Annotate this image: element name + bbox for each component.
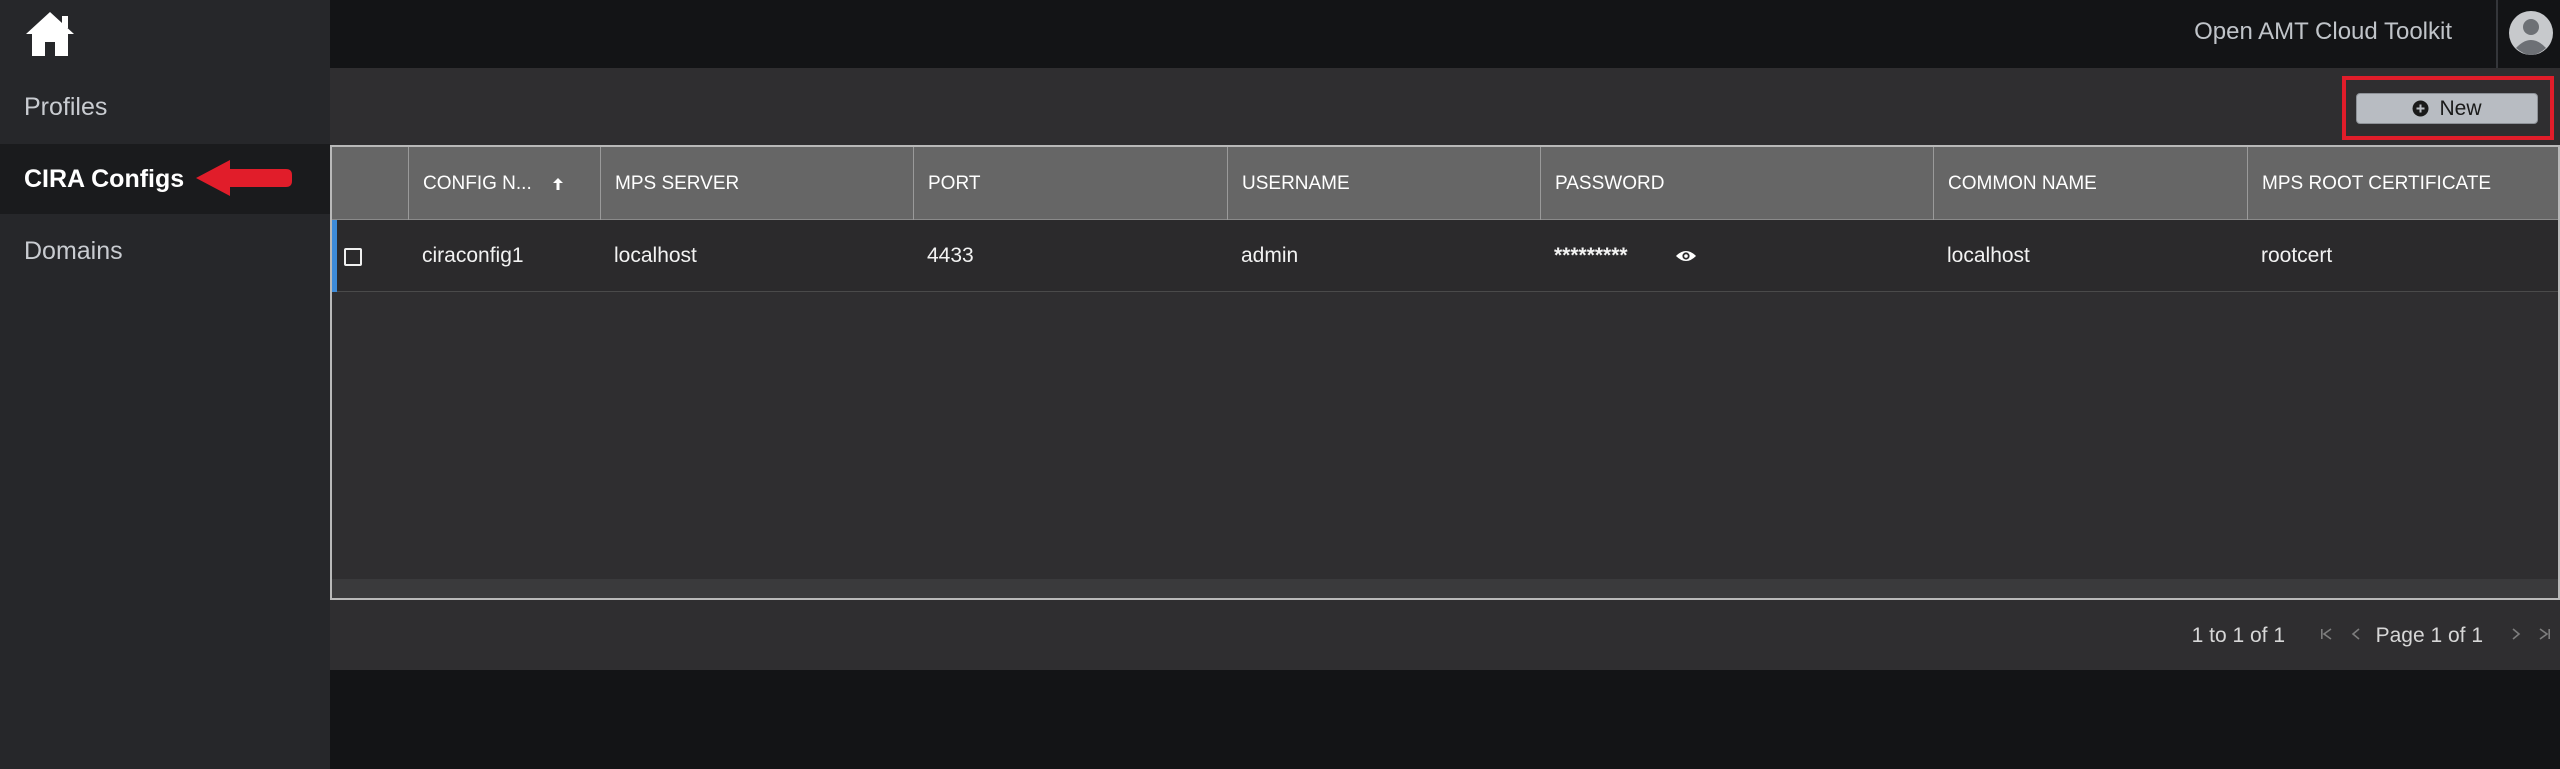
cell-common-name: localhost [1947, 244, 2030, 267]
sidebar-item-label: CIRA Configs [24, 164, 185, 193]
pagination-bar: 1 to 1 of 1 Page 1 of 1 [330, 600, 2560, 670]
sidebar-item-domains[interactable]: Domains [0, 216, 330, 286]
page-info: Page 1 of 1 [2375, 624, 2483, 647]
cell-password: ********* [1554, 244, 1628, 267]
column-header-label: PORT [928, 172, 981, 194]
column-header-label: MPS ROOT CERTIFICATE [2262, 172, 2492, 194]
first-page-icon[interactable] [2319, 626, 2333, 642]
next-page-icon[interactable] [2509, 626, 2523, 642]
top-header: Open AMT Cloud Toolkit [330, 0, 2560, 68]
home-icon[interactable] [22, 8, 78, 60]
column-header-label: MPS SERVER [615, 172, 740, 194]
table-row[interactable]: ciraconfig1 localhost 4433 admin *******… [332, 220, 2558, 292]
column-header-config-name[interactable]: CONFIG N... [408, 147, 600, 220]
cell-config-name: ciraconfig1 [422, 244, 524, 267]
new-button[interactable]: New [2356, 93, 2538, 124]
sidebar: Profiles CIRA Configs Domains [0, 0, 330, 769]
column-header-port[interactable]: PORT [913, 147, 1227, 220]
red-arrow-annotation [196, 160, 292, 196]
column-header-common-name[interactable]: COMMON NAME [1933, 147, 2247, 220]
column-header-label: COMMON NAME [1948, 172, 2097, 194]
column-header-mps-root-certificate[interactable]: MPS ROOT CERTIFICATE [2247, 147, 2558, 220]
previous-page-icon[interactable] [2349, 626, 2363, 642]
plus-circle-icon [2412, 100, 2429, 117]
sidebar-item-label: Profiles [24, 92, 108, 121]
eye-icon[interactable] [1675, 248, 1697, 264]
column-header-username[interactable]: USERNAME [1227, 147, 1540, 220]
grid-header: CONFIG N... MPS SERVER PORT USERNAME PAS… [332, 147, 2558, 220]
last-page-icon[interactable] [2538, 626, 2552, 642]
column-header-password[interactable]: PASSWORD [1540, 147, 1933, 220]
row-selection-accent [332, 220, 337, 292]
sidebar-item-profiles[interactable]: Profiles [0, 72, 330, 142]
new-button-label: New [2439, 96, 2482, 120]
user-avatar-icon[interactable] [2508, 10, 2554, 56]
column-header-mps-server[interactable]: MPS SERVER [600, 147, 913, 220]
column-header-label: PASSWORD [1555, 172, 1665, 194]
cell-root-certificate: rootcert [2261, 244, 2333, 267]
cell-port: 4433 [927, 244, 974, 267]
cell-mps-server: localhost [614, 244, 697, 267]
horizontal-scrollbar[interactable] [332, 579, 2558, 598]
column-header-label: USERNAME [1242, 172, 1350, 194]
column-header-label: CONFIG N... [423, 172, 532, 194]
sidebar-item-label: Domains [24, 236, 123, 265]
row-checkbox[interactable] [344, 248, 362, 266]
cell-username: admin [1241, 244, 1299, 267]
row-count-summary: 1 to 1 of 1 [2191, 624, 2285, 647]
cira-configs-grid: CONFIG N... MPS SERVER PORT USERNAME PAS… [330, 145, 2560, 600]
app-title: Open AMT Cloud Toolkit [2194, 18, 2452, 45]
header-divider [2496, 0, 2498, 68]
sort-ascending-icon[interactable] [550, 176, 566, 192]
header-select-column [332, 147, 408, 220]
